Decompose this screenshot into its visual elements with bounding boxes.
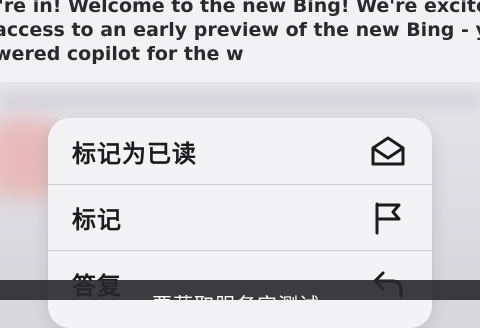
menu-item-flag[interactable]: 标记 bbox=[48, 184, 432, 250]
envelope-open-icon bbox=[368, 131, 408, 171]
menu-item-label: 标记为已读 bbox=[72, 139, 197, 168]
email-preview-line: wered copilot for the w bbox=[0, 43, 244, 65]
flag-icon bbox=[368, 198, 408, 238]
blurred-band bbox=[0, 92, 480, 110]
email-preview-line: access to an early preview of the new Bi… bbox=[0, 19, 480, 41]
email-preview-line: 're in! Welcome to the new Bing! We're e… bbox=[0, 0, 480, 17]
email-preview-text[interactable]: 're in! Welcome to the new Bing! We're e… bbox=[0, 0, 480, 82]
toast-banner: 要获取服务实测试 bbox=[0, 280, 480, 300]
toast-text: 要获取服务实测试 bbox=[152, 289, 320, 300]
menu-item-mark-as-read[interactable]: 标记为已读 bbox=[48, 118, 432, 184]
menu-item-label: 标记 bbox=[72, 206, 122, 234]
